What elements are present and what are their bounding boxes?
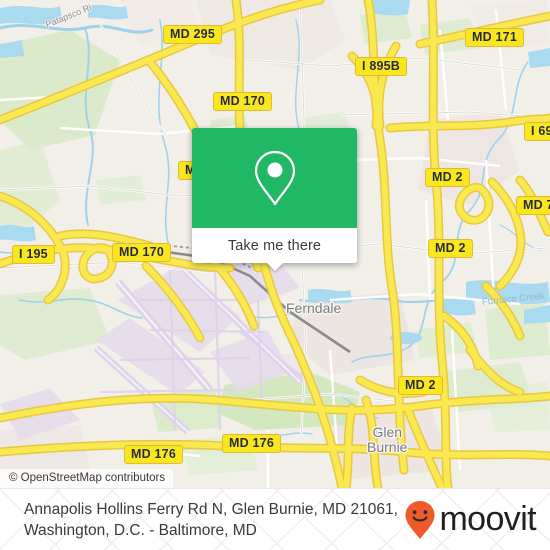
moovit-logo[interactable]: moovit [404,500,537,540]
road-shield-md-71[interactable]: MD 71 [516,196,550,215]
map-canvas[interactable]: Patapsco Ri Furnace Creek Ferndale Glen … [0,0,550,488]
place-label-glen-burnie: Glen Burnie [367,425,407,455]
destination-popup-card[interactable]: Take me there [192,128,357,271]
popup-footer[interactable]: Take me there [192,228,357,271]
road-shield-md-176-west[interactable]: MD 176 [124,445,183,464]
road-shield-md-170-west[interactable]: MD 170 [112,243,171,262]
road-shield-md-2-north[interactable]: MD 2 [425,168,470,187]
road-shield-md-176-east[interactable]: MD 176 [222,434,281,453]
moovit-map-screenshot: Patapsco Ri Furnace Creek Ferndale Glen … [0,0,550,550]
popup-pointer [266,263,283,271]
road-shield-i-195[interactable]: I 195 [12,245,55,264]
address-text: Annapolis Hollins Ferry Rd N, Glen Burni… [24,499,404,541]
road-shield-i-895b[interactable]: I 895B [355,57,408,76]
footer-content: Annapolis Hollins Ferry Rd N, Glen Burni… [0,489,550,550]
footer-bar: Annapolis Hollins Ferry Rd N, Glen Burni… [0,488,550,550]
address-line-1: Annapolis Hollins Ferry Rd N, Glen Burni… [24,501,398,518]
take-me-there-label: Take me there [227,237,322,254]
road-shield-md-170-north[interactable]: MD 170 [213,92,272,111]
osm-attribution[interactable]: © OpenStreetMap contributors [0,469,174,488]
road-shield-md-295[interactable]: MD 295 [163,25,222,44]
moovit-pin-smile-icon [405,501,435,539]
road-shield-md-171[interactable]: MD 171 [465,28,524,47]
map-pin-icon [254,150,295,206]
moovit-wordmark: moovit [439,500,536,538]
place-label-glen-burnie-line1: Glen [372,424,403,440]
place-label-ferndale: Ferndale [286,300,342,316]
road-shield-md-2-south[interactable]: MD 2 [398,376,443,395]
address-line-2: Washington, D.C. - Baltimore, MD [24,522,257,539]
place-label-glen-burnie-line2: Burnie [367,439,408,455]
road-shield-md-2-mid[interactable]: MD 2 [428,239,473,258]
road-shield-i-695[interactable]: I 695 [524,122,550,141]
popup-header [192,128,357,228]
